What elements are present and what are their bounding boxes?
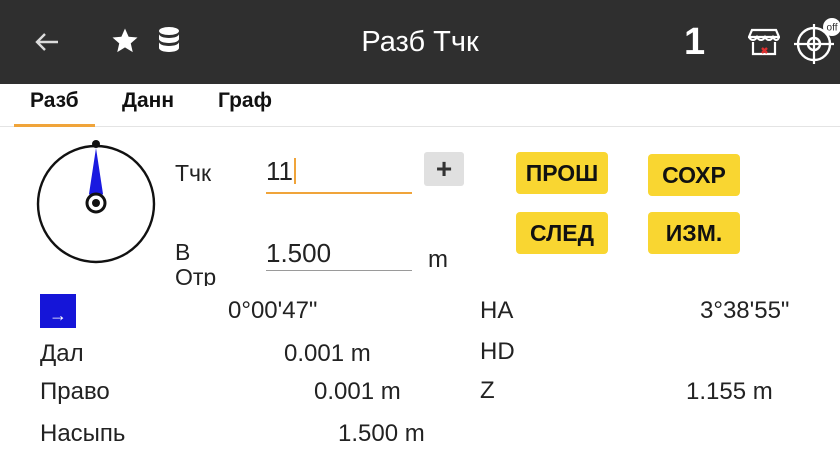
right-offset-value: 0.001 m <box>314 378 401 405</box>
crosshair-target-icon[interactable]: off <box>792 18 840 66</box>
point-input-underline <box>266 192 412 194</box>
direction-arrow-badge: → <box>40 294 76 328</box>
store-status-icon[interactable] <box>746 22 782 60</box>
tab-graph[interactable]: Граф <box>202 84 288 124</box>
ha-label: HA <box>480 297 514 324</box>
point-value: 11 <box>266 156 293 186</box>
height-label: В Отр <box>175 240 217 286</box>
edit-button[interactable]: ИЗМ. <box>648 212 740 254</box>
save-button[interactable]: СОХР <box>648 154 740 196</box>
hd-label: HD <box>480 338 515 365</box>
page-title: Разб Тчк <box>361 26 479 58</box>
fill-value: 1.500 m <box>338 420 425 447</box>
ha-value: 3°38'55" <box>700 297 790 324</box>
point-input[interactable]: 11 <box>266 156 412 187</box>
svg-text:off: off <box>827 23 838 34</box>
add-point-button[interactable]: + <box>424 152 464 186</box>
app-toolbar: Разб Тчк 1 off <box>0 0 840 84</box>
point-count: 1 <box>684 21 706 63</box>
height-input-underline <box>266 270 412 271</box>
distance-value: 0.001 m <box>284 340 371 367</box>
point-label: Тчк <box>175 160 212 186</box>
right-offset-label: Право <box>40 378 110 405</box>
tab-bar: Разб Данн Граф <box>0 84 840 127</box>
height-input[interactable]: 1.500 <box>266 238 412 269</box>
compass-icon <box>34 140 158 269</box>
tab-data[interactable]: Данн <box>106 84 190 124</box>
direction-value: 0°00'47" <box>228 297 318 324</box>
tab-stakeout[interactable]: Разб <box>14 84 95 127</box>
z-label: Z <box>480 377 495 404</box>
z-value: 1.155 m <box>686 378 773 405</box>
height-unit: m <box>428 246 448 273</box>
next-button[interactable]: СЛЕД <box>516 212 608 254</box>
fill-label: Насыпь <box>40 420 126 447</box>
previous-button[interactable]: ПРОШ <box>516 152 608 194</box>
text-caret <box>294 158 296 184</box>
distance-label: Дал <box>40 340 84 367</box>
